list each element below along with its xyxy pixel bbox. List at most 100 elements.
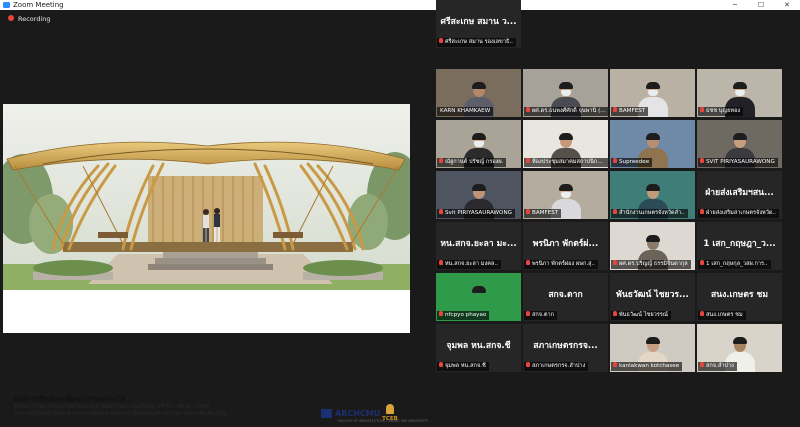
- participant-name: Supreedee: [619, 159, 650, 165]
- participant-name-label: ธชช บุญยทอง: [698, 107, 744, 116]
- mic-muted-icon: [613, 209, 617, 214]
- participant-display-name: สกจ.ตาก: [548, 290, 583, 300]
- participant-tile[interactable]: สำนักงานเกษตรจังหวัดลำ..: [610, 171, 695, 219]
- participant-name: ฝ่ายส่งเสริมสาเกษตรจังหวัด..: [706, 210, 777, 216]
- mic-muted-icon: [526, 362, 530, 367]
- close-button[interactable]: ✕: [776, 0, 798, 10]
- participant-display-name: หน.สกจ.ยะลา มะ...: [440, 239, 517, 249]
- participant-tile[interactable]: สนง.เกษตร ชม สนง.เกษตร ชม: [697, 273, 782, 321]
- participant-tile[interactable]: ห้องประชุมสมาคมสถาปนิกสยาม: [523, 120, 608, 168]
- participant-tile[interactable]: สกจ.ตาก สกจ.ตาก: [523, 273, 608, 321]
- participant-name: ผศ.ดร.ธนพงศ์ศักดิ์ จุนพานิ (สกว..: [532, 108, 608, 114]
- participant-tile[interactable]: KARN KHAMKAEW: [436, 69, 521, 117]
- mic-muted-icon: [613, 158, 617, 163]
- mic-muted-icon: [526, 209, 530, 214]
- mic-muted-icon: [700, 158, 704, 163]
- participant-name-label: SVIT PIRIYASAURAWONG: [698, 158, 778, 167]
- recording-label: Recording: [18, 15, 51, 23]
- participant-display-name: สภาเกษตรกรจ...: [533, 341, 598, 351]
- mic-muted-icon: [700, 107, 704, 112]
- caption-heading: ศูนย์การเรียนรู้และพัฒนาการออกแบบไผ่: [14, 395, 126, 403]
- participant-tile[interactable]: ผศ.ดร.ธนพงศ์ศักดิ์ จุนพานิ (สกว..: [523, 69, 608, 117]
- participant-name: สกจ.ลำปาง: [706, 363, 734, 369]
- participant-name-label: BAMFEST: [611, 107, 649, 116]
- participant-display-name: สนง.เกษตร ชม: [710, 290, 769, 300]
- participant-name: จุมพล หน.สกจ.ชี: [445, 363, 486, 369]
- mic-muted-icon: [526, 260, 530, 265]
- mic-muted-icon: [439, 38, 443, 43]
- participant-name-label: สนง.เกษตร ชม: [698, 311, 746, 320]
- participant-display-name: พันธวัฒน์ ไชยวร...: [616, 290, 689, 300]
- caption-line-2: อาจารย์ปิยชนน์ ดุนจะนำ อาจารย์ประจำคณะสถ…: [14, 411, 228, 418]
- participant-name-label: สำนักงานเกษตรจังหวัดลำ..: [611, 209, 688, 218]
- participant-name: 1 เสก_กฤษกุล_วสผ.การ..: [706, 261, 768, 267]
- minimize-button[interactable]: ─: [724, 0, 746, 10]
- participant-tile[interactable]: BAMFEST: [610, 69, 695, 117]
- participant-name-label: ผศ.ดร.ปริญญ์ ธรรมิจินดากุล: [611, 260, 691, 269]
- participant-name-label: BAMFEST: [524, 209, 562, 218]
- mic-muted-icon: [613, 362, 617, 367]
- participant-name: สกจ.ตาก: [532, 312, 555, 318]
- mic-muted-icon: [439, 260, 443, 265]
- participant-tile[interactable]: ฝ่ายส่งเสริมฯสน... ฝ่ายส่งเสริมสาเกษตรจัง…: [697, 171, 782, 219]
- participant-tile[interactable]: ศรีสะเกษ สมาน ว... ศรีสะเกษ สมาน รองเลขาธ…: [436, 0, 521, 48]
- participant-name: สภาเกษตรกรจ.ลำปาง: [532, 363, 586, 369]
- participant-tile[interactable]: kanlakwan kotchasee: [610, 324, 695, 372]
- recording-icon: [8, 15, 14, 21]
- participant-tile[interactable]: พรนิภา พักตร์ผ่... พรนิภา พักตร์ผ่อง ผษก.…: [523, 222, 608, 270]
- maximize-button[interactable]: ☐: [750, 0, 772, 10]
- tceb-mark-icon: [386, 404, 394, 414]
- archcmu-logo: ARCHCMU FACULTY OF ARCHITECTURE CHIANG M…: [321, 409, 428, 423]
- participant-display-name: ฝ่ายส่งเสริมฯสน...: [705, 188, 774, 198]
- archcmu-mark-icon: [321, 409, 332, 418]
- participant-tile[interactable]: หน.สกจ.ยะลา มะ... หน.สกจ.ยะลา มงคล..: [436, 222, 521, 270]
- mic-muted-icon: [526, 158, 530, 163]
- shared-screen: ศูนย์การเรียนรู้และพัฒนาการออกแบบไผ่ โคร…: [3, 104, 428, 423]
- mic-muted-icon: [526, 107, 530, 112]
- participant-tile[interactable]: ธชช บุญยทอง: [697, 69, 782, 117]
- participant-display-name: 1 เสก_กฤษฎา_ว...: [703, 239, 776, 249]
- participant-name: สำนักงานเกษตรจังหวัดลำ..: [619, 210, 685, 216]
- mic-muted-icon: [613, 311, 617, 316]
- mic-muted-icon: [613, 260, 617, 265]
- slide-caption: ศูนย์การเรียนรู้และพัฒนาการออกแบบไผ่ โคร…: [14, 395, 228, 419]
- mic-muted-icon: [700, 209, 704, 214]
- mic-muted-icon: [439, 362, 443, 367]
- participant-name-label: ฝ่ายส่งเสริมสาเกษตรจังหวัด..: [698, 209, 780, 218]
- participant-name: ห้องประชุมสมาคมสถาปนิกสยาม: [532, 159, 608, 165]
- participant-tile[interactable]: สภาเกษตรกรจ... สภาเกษตรกรจ.ลำปาง: [523, 324, 608, 372]
- participant-name-label: พันธวัฒน์ ไชยวรรณ์: [611, 311, 671, 320]
- participant-name-label: ณัฐกานต์ ปรัชญ์ กรองผ.: [437, 158, 507, 167]
- window-title: Zoom Meeting: [13, 1, 64, 9]
- participant-tile[interactable]: Supreedee: [610, 120, 695, 168]
- participant-tile[interactable]: พันธวัฒน์ ไชยวร... พันธวัฒน์ ไชยวรรณ์: [610, 273, 695, 321]
- participant-name: ศรีสะเกษ สมาน รองเลขาธิ..: [445, 39, 513, 45]
- participant-tile[interactable]: ณัฐกานต์ ปรัชญ์ กรองผ.: [436, 120, 521, 168]
- participant-tile[interactable]: สกจ.ลำปาง: [697, 324, 782, 372]
- participant-name-label: จุมพล หน.สกจ.ชี: [437, 362, 489, 371]
- zoom-app-icon: [3, 2, 10, 8]
- tceb-logo-text: TCEB: [382, 416, 398, 422]
- participant-tile[interactable]: Svit PIRIYASAURAWONG: [436, 171, 521, 219]
- participant-name-label: ศรีสะเกษ สมาน รองเลขาธิ..: [437, 38, 516, 47]
- participant-tile[interactable]: nfcpyo phayao: [436, 273, 521, 321]
- participant-name: nfcpyo phayao: [445, 312, 487, 318]
- participant-tile[interactable]: BAMFEST: [523, 171, 608, 219]
- participant-name: kanlakwan kotchasee: [619, 363, 680, 369]
- participant-name-label: ผศ.ดร.ธนพงศ์ศักดิ์ จุนพานิ (สกว..: [524, 107, 608, 116]
- mic-muted-icon: [700, 362, 704, 367]
- participant-name: ณัฐกานต์ ปรัชญ์ กรองผ.: [445, 159, 504, 165]
- participant-tile[interactable]: ผศ.ดร.ปริญญ์ ธรรมิจินดากุล: [610, 222, 695, 270]
- participant-name: สนง.เกษตร ชม: [706, 312, 743, 318]
- participant-tile[interactable]: 1 เสก_กฤษฎา_ว... 1 เสก_กฤษกุล_วสผ.การ..: [697, 222, 782, 270]
- participant-tile[interactable]: จุมพล หน.สกจ.ชี จุมพล หน.สกจ.ชี: [436, 324, 521, 372]
- participant-name: Svit PIRIYASAURAWONG: [445, 210, 512, 216]
- recording-indicator[interactable]: Recording: [8, 14, 51, 24]
- participant-name: พรนิภา พักตร์ผ่อง ผษก.สุ..: [532, 261, 596, 267]
- participant-name: พันธวัฒน์ ไชยวรรณ์: [619, 312, 668, 318]
- participant-tile[interactable]: SVIT PIRIYASAURAWONG: [697, 120, 782, 168]
- participant-name-label: สภาเกษตรกรจ.ลำปาง: [524, 362, 589, 371]
- archcmu-logo-text: ARCHCMU: [335, 409, 381, 418]
- window-title-bar: Zoom Meeting ─ ☐ ✕: [0, 0, 800, 10]
- participant-name: SVIT PIRIYASAURAWONG: [706, 159, 775, 165]
